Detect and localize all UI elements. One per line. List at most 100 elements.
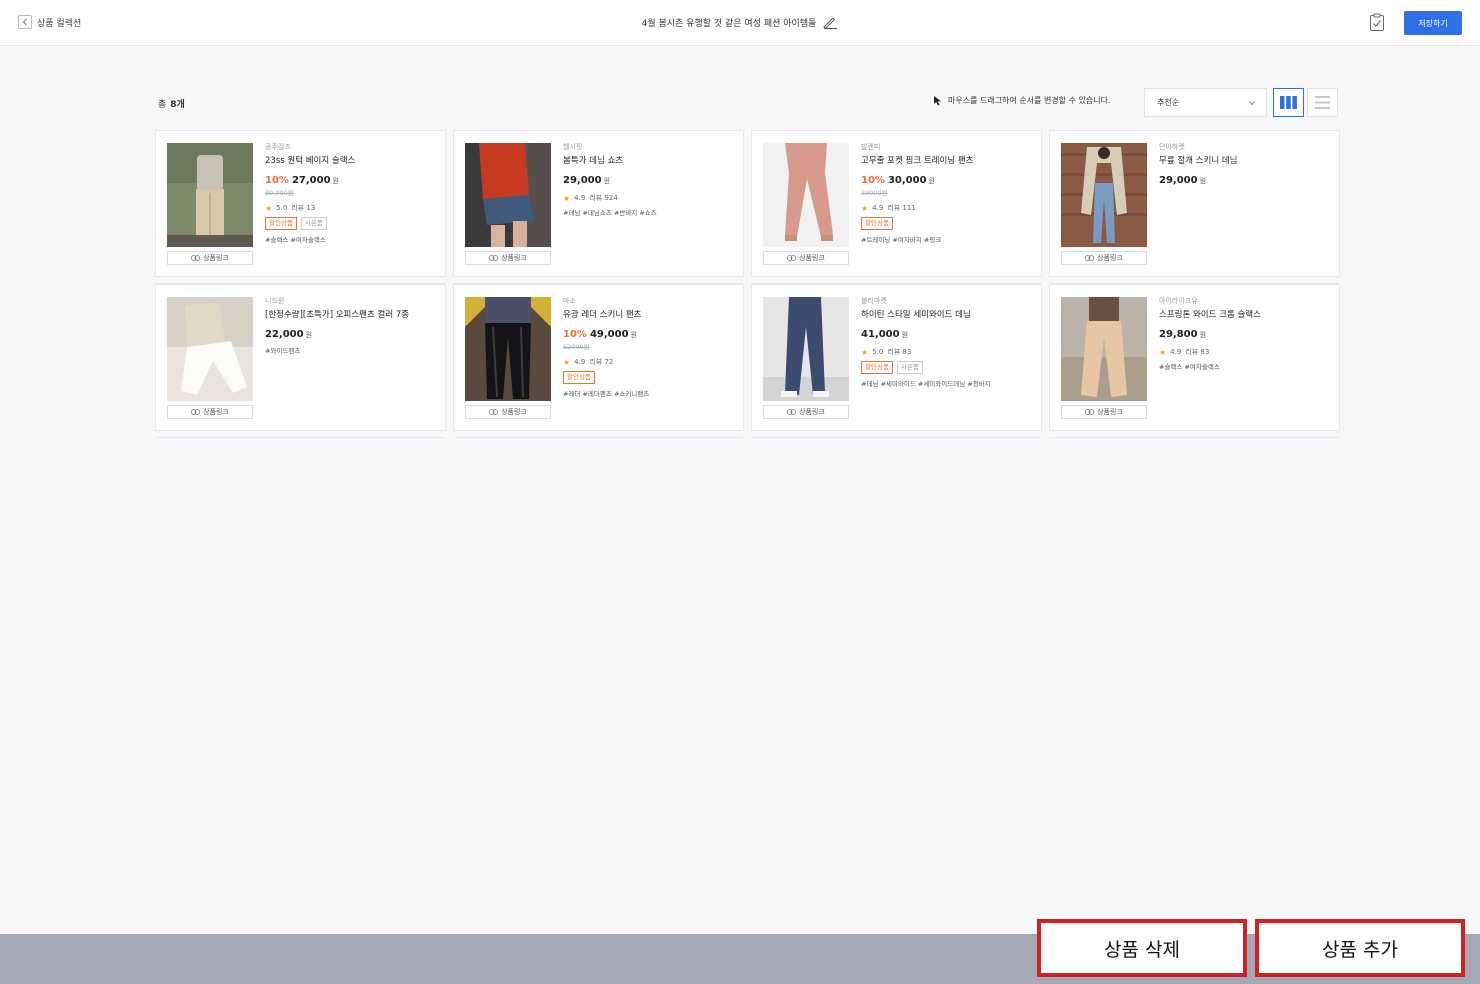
product-reviews: 리뷰 72 bbox=[589, 358, 614, 366]
product-link-button[interactable]: 상품링크 bbox=[1061, 405, 1147, 419]
product-price-row: 10% 30,000 원 bbox=[861, 175, 1037, 187]
product-card[interactable]: 상품링크 단아하켓 무릎 절개 스키니 데님 29,000 원 bbox=[1049, 130, 1340, 284]
product-link-label: 상품링크 bbox=[203, 408, 229, 416]
product-tags: #레더 #레더팬츠 #스키니팬츠 bbox=[563, 390, 650, 398]
star-icon: ★ bbox=[265, 204, 273, 213]
product-currency: 원 bbox=[901, 331, 909, 339]
product-currency: 원 bbox=[1199, 177, 1207, 185]
product-grid: 상품링크 공주걸즈 23ss 원턱 베이지 슬랙스 10% 27,000 원 30,… bbox=[155, 130, 1341, 438]
product-badges: 할인상품 사은품 bbox=[861, 361, 1037, 374]
back-button[interactable]: 상품 컬렉션 bbox=[18, 15, 81, 29]
product-card[interactable]: 상품링크 마소 유광 레더 스키니 팬츠 10% 49,000 원 52000원 ★… bbox=[453, 284, 744, 438]
product-brand: 니드원 bbox=[265, 297, 285, 305]
product-link-button[interactable]: 상품링크 bbox=[167, 251, 253, 265]
product-reviews: 리뷰 13 bbox=[291, 204, 316, 212]
product-tags: #데님 #데님쇼츠 #반바지 #쇼츠 bbox=[563, 209, 657, 217]
product-card[interactable]: 상품링크 블리마켓 하이틴 스타일 세미와이드 데님 41,000 원 ★ 5.0 리… bbox=[751, 284, 1042, 438]
pencil-icon[interactable] bbox=[822, 14, 838, 30]
product-discount: 10% bbox=[265, 175, 289, 186]
product-price: 27,000 bbox=[291, 175, 331, 186]
product-name: 하이틴 스타일 세미와이드 데님 bbox=[861, 310, 971, 320]
drag-hint: 마우스를 드래그하여 순서를 변경할 수 있습니다. bbox=[933, 95, 1110, 106]
product-reviews: 리뷰 83 bbox=[1185, 348, 1210, 356]
back-label: 상품 컬렉션 bbox=[37, 18, 82, 29]
product-link-button[interactable]: 상품링크 bbox=[763, 405, 849, 419]
list-view-icon bbox=[1315, 96, 1330, 109]
product-price: 29,000 bbox=[1159, 175, 1198, 186]
grid-view-toggle[interactable] bbox=[1273, 88, 1304, 117]
product-link-button[interactable]: 상품링크 bbox=[465, 251, 551, 265]
product-link-button[interactable]: 상품링크 bbox=[763, 251, 849, 265]
product-reviews: 리뷰 111 bbox=[887, 204, 916, 212]
product-original-price: 33000원 bbox=[861, 189, 888, 197]
link-icon bbox=[489, 255, 499, 261]
grid-view-icon bbox=[1280, 96, 1297, 109]
product-link-label: 상품링크 bbox=[1097, 254, 1123, 262]
add-product-button[interactable]: 상품 추가 bbox=[1255, 919, 1465, 977]
drag-hint-text: 마우스를 드래그하여 순서를 변경할 수 있습니다. bbox=[948, 96, 1111, 105]
discount-badge: 할인상품 bbox=[861, 361, 893, 374]
star-icon: ★ bbox=[861, 348, 869, 357]
product-reviews: 리뷰 83 bbox=[887, 348, 912, 356]
product-link-button[interactable]: 상품링크 bbox=[465, 405, 551, 419]
product-image bbox=[763, 297, 849, 401]
discount-badge: 할인상품 bbox=[265, 217, 297, 230]
product-badges: 할인상품 사은품 bbox=[265, 217, 441, 230]
product-discount: 10% bbox=[563, 329, 587, 340]
product-rating-row: ★ 4.9 리뷰 111 bbox=[861, 204, 1037, 213]
product-rating-row: ★ 5.0 리뷰 13 bbox=[265, 204, 441, 213]
product-card[interactable]: 상품링크 헬시핏 봄특가 데님 쇼츠 29,000 원 ★ 4.9 리뷰 924 #데… bbox=[453, 130, 744, 284]
gift-badge: 사은품 bbox=[300, 217, 327, 230]
product-price-row: 22,000 원 bbox=[265, 329, 441, 341]
delete-product-button[interactable]: 상품 삭제 bbox=[1037, 919, 1247, 977]
product-link-label: 상품링크 bbox=[1097, 408, 1123, 416]
product-price: 29,800 bbox=[1159, 329, 1198, 340]
clipboard-check-icon[interactable] bbox=[1369, 13, 1385, 32]
product-tags: #슬랙스 #여자슬랙스 bbox=[1159, 363, 1220, 371]
product-link-label: 상품링크 bbox=[501, 408, 527, 416]
product-rating-row: ★ 5.0 리뷰 83 bbox=[861, 348, 1037, 357]
link-icon bbox=[191, 255, 201, 261]
product-rating-row: ★ 4.9 리뷰 83 bbox=[1159, 348, 1335, 357]
product-price: 22,000 bbox=[265, 329, 304, 340]
product-brand: 아이라이크유 bbox=[1159, 297, 1198, 305]
product-card[interactable]: 상품링크 아이라이크유 스프링톤 와이드 크롭 슬랙스 29,800 원 ★ 4.9… bbox=[1049, 284, 1340, 438]
product-rating: 4.9 bbox=[1170, 348, 1182, 356]
product-price: 29,000 bbox=[563, 175, 602, 186]
link-icon bbox=[191, 409, 201, 415]
product-name: 무릎 절개 스키니 데님 bbox=[1159, 156, 1238, 166]
product-price-row: 29,000 원 bbox=[1159, 175, 1335, 187]
product-name: [한정수량][초특가] 오피스팬츠 컬러 7종 bbox=[265, 310, 410, 320]
list-view-toggle[interactable] bbox=[1307, 88, 1338, 117]
product-currency: 원 bbox=[603, 177, 611, 185]
product-image bbox=[167, 297, 253, 401]
product-original-price: 52000원 bbox=[563, 343, 590, 351]
product-currency: 원 bbox=[928, 177, 935, 185]
product-rating-row: ★ 4.9 리뷰 72 bbox=[563, 358, 739, 367]
save-button[interactable]: 저장하기 bbox=[1404, 11, 1462, 35]
product-tags: #트레이닝 #여자바지 #핑크 bbox=[861, 236, 942, 244]
product-rating: 5.0 bbox=[872, 348, 884, 356]
product-card[interactable]: 상품링크 니드원 [한정수량][초특가] 오피스팬츠 컬러 7종 22,000 원… bbox=[155, 284, 446, 438]
chevron-down-icon bbox=[1249, 100, 1255, 105]
product-price-row: 41,000 원 bbox=[861, 329, 1037, 341]
product-discount: 10% bbox=[861, 175, 885, 186]
product-name: 유광 레더 스키니 팬츠 bbox=[563, 310, 642, 320]
product-price: 41,000 bbox=[861, 329, 900, 340]
product-currency: 원 bbox=[332, 177, 339, 185]
product-tags: #와이드팬츠 bbox=[265, 347, 301, 355]
product-image bbox=[167, 143, 253, 247]
product-reviews: 리뷰 924 bbox=[589, 194, 618, 202]
link-icon bbox=[489, 409, 499, 415]
product-link-button[interactable]: 상품링크 bbox=[167, 405, 253, 419]
link-icon bbox=[1085, 409, 1095, 415]
product-badges: 할인상품 bbox=[861, 217, 1037, 230]
product-price-row: 29,800 원 bbox=[1159, 329, 1335, 341]
product-price: 49,000 bbox=[589, 329, 629, 340]
discount-badge: 할인상품 bbox=[563, 371, 595, 384]
total-count: 총 8개 bbox=[158, 97, 185, 110]
product-link-button[interactable]: 상품링크 bbox=[1061, 251, 1147, 265]
sort-select[interactable]: 추천순 bbox=[1144, 88, 1267, 117]
product-card[interactable]: 상품링크 발렌띠 고무줄 포켓 핑크 트레이닝 팬츠 10% 30,000 원 33… bbox=[751, 130, 1042, 284]
product-card[interactable]: 상품링크 공주걸즈 23ss 원턱 베이지 슬랙스 10% 27,000 원 30,… bbox=[155, 130, 446, 284]
